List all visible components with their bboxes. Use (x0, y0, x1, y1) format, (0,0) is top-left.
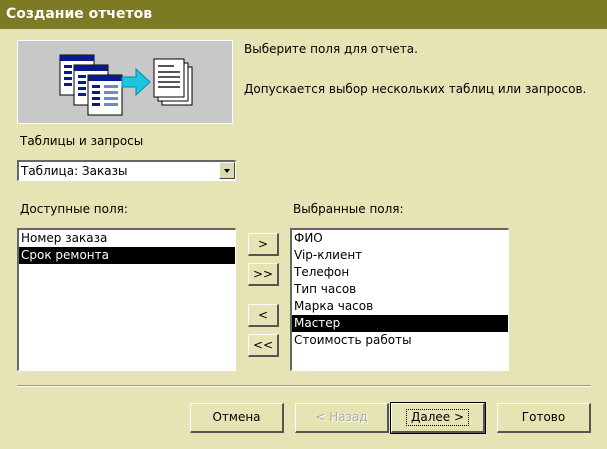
remove-field-button[interactable]: < (248, 304, 279, 327)
tables-to-report-icon (59, 54, 193, 116)
list-item[interactable]: Мастер (292, 315, 508, 332)
list-item[interactable]: ФИО (292, 230, 508, 247)
add-all-fields-button[interactable]: >> (248, 263, 279, 286)
available-fields-list[interactable]: Номер заказа Срок ремонта (17, 228, 236, 371)
list-item[interactable]: Vip-клиент (292, 247, 508, 264)
report-wizard-dialog: Создание отчетов Выберите поля для отчет… (0, 0, 607, 449)
intro-line-2: Допускается выбор нескольких таблиц или … (244, 82, 587, 96)
title-bar: Создание отчетов (0, 0, 607, 29)
chosen-fields-list[interactable]: ФИО Vip-клиент Телефон Тип часов Марка ч… (290, 228, 509, 371)
add-field-button[interactable]: > (248, 233, 279, 256)
wizard-illustration (17, 40, 233, 124)
tables-combobox-value: Таблица: Заказы (21, 164, 128, 178)
list-item[interactable]: Марка часов (292, 298, 508, 315)
list-item[interactable]: Телефон (292, 264, 508, 281)
tables-combobox[interactable]: Таблица: Заказы (17, 160, 236, 181)
remove-all-fields-button[interactable]: << (248, 334, 279, 357)
next-button-label: Далее > (405, 409, 470, 426)
divider (17, 385, 591, 387)
available-fields-label: Доступные поля: (20, 202, 128, 216)
list-item[interactable]: Тип часов (292, 281, 508, 298)
intro-line-1: Выберите поля для отчета. (244, 42, 418, 56)
window-title: Создание отчетов (6, 6, 153, 22)
chosen-fields-label: Выбранные поля: (293, 202, 404, 216)
finish-button[interactable]: Готово (497, 403, 591, 433)
list-item[interactable]: Стоимость работы (292, 332, 508, 349)
cancel-button[interactable]: Отмена (190, 403, 284, 433)
chevron-down-icon[interactable] (219, 162, 235, 179)
list-item[interactable]: Номер заказа (19, 230, 235, 247)
list-item[interactable]: Срок ремонта (19, 247, 235, 264)
back-button[interactable]: < Назад (295, 403, 389, 433)
tables-label: Таблицы и запросы (20, 134, 144, 148)
next-button[interactable]: Далее > (390, 402, 486, 434)
